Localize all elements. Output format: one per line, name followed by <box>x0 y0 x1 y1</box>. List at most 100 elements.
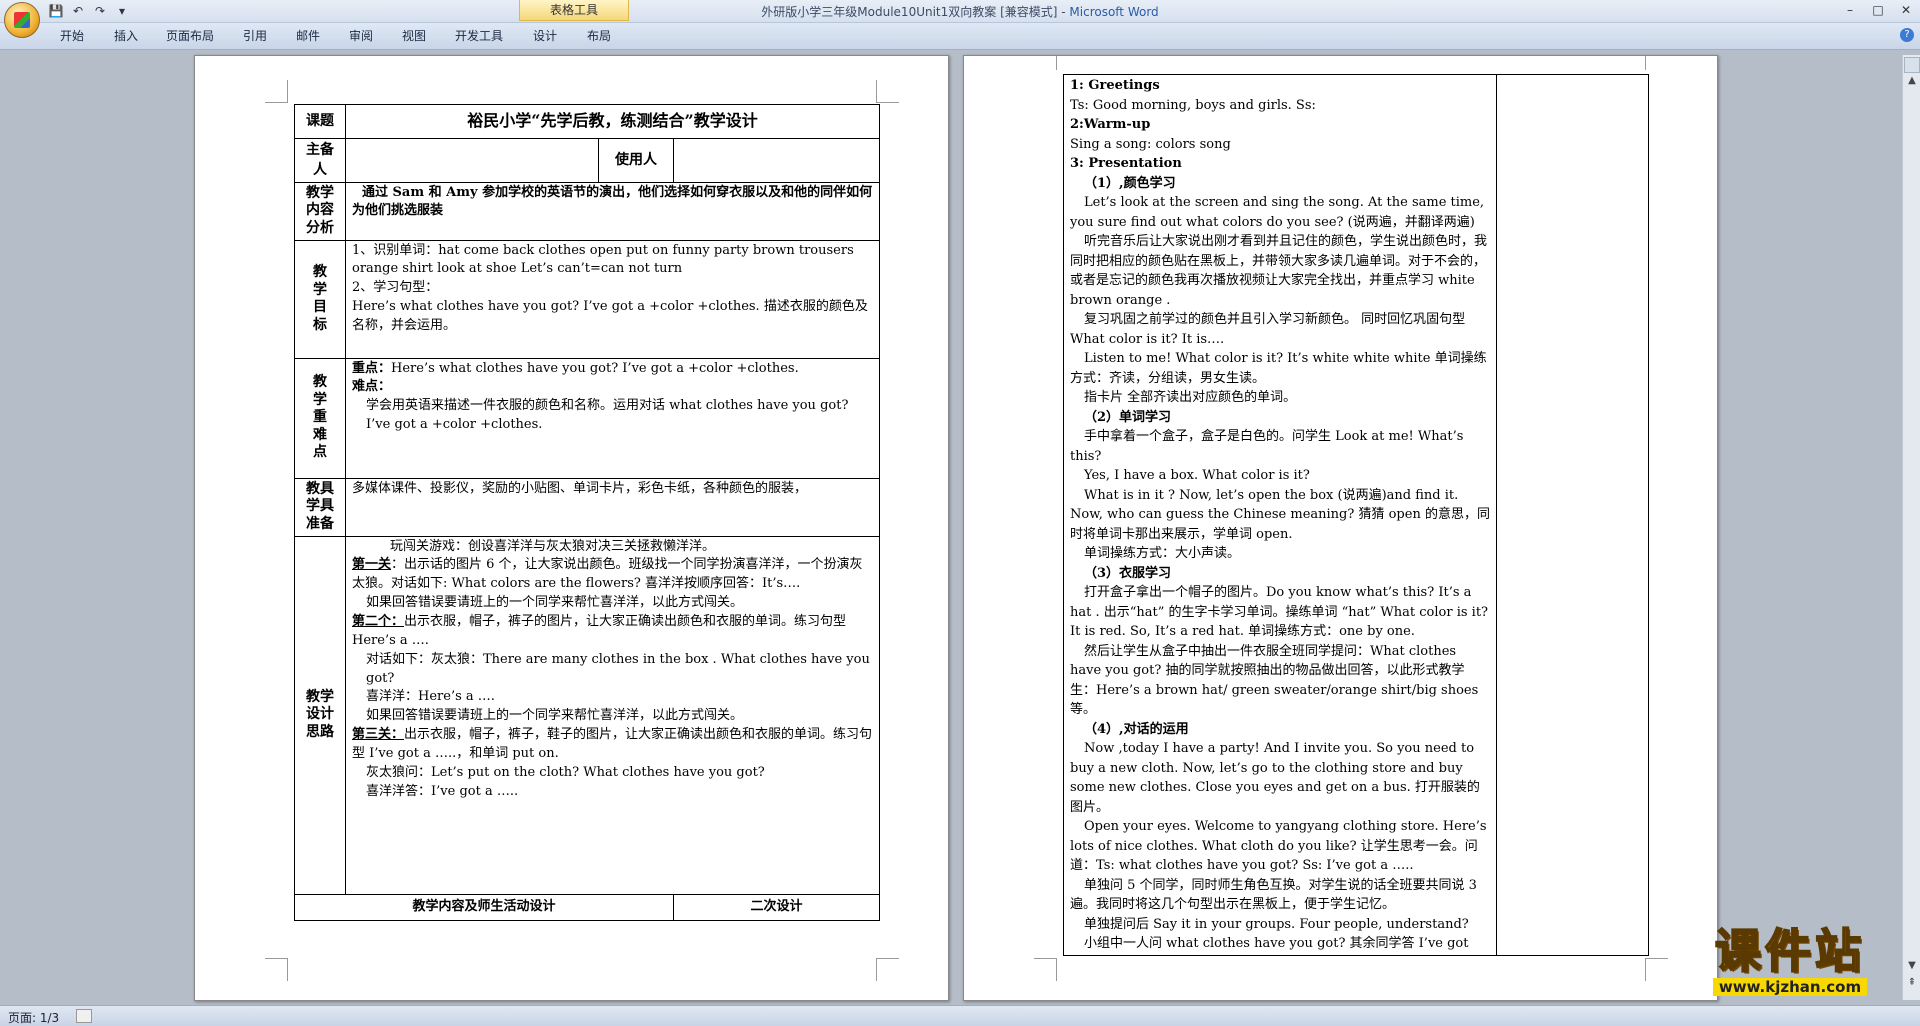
office-logo-icon <box>14 12 30 28</box>
lead-prep-value[interactable] <box>345 138 599 183</box>
label-line: 设计 <box>306 706 334 723</box>
label-line: 思路 <box>306 723 334 740</box>
tab-home[interactable]: 开始 <box>60 27 84 44</box>
label-line: 教学 <box>306 184 334 201</box>
document-page-1[interactable]: 课题 裕民小学“先学后教，练测结合”教学设计 主备人 使用人 教学 内容 分析 … <box>194 55 949 1001</box>
tab-references[interactable]: 引用 <box>243 27 267 44</box>
tab-mailings[interactable]: 邮件 <box>296 27 320 44</box>
save-icon[interactable]: 💾 <box>48 3 64 19</box>
difficult-line: I’ve got a +color +clothes. <box>366 417 543 433</box>
label-line: 难 <box>313 426 327 443</box>
label-line: 学具 <box>306 498 334 515</box>
customize-qat-icon[interactable]: ▾ <box>114 3 130 19</box>
tab-review[interactable]: 审阅 <box>349 27 373 44</box>
activity-line: 1: Greetings <box>1070 78 1160 93</box>
document-title: 外研版小学三年级Module10Unit1双向教案 [兼容模式] - <box>761 5 1070 19</box>
activity-line: （1）,颜色学习 <box>1084 175 1176 191</box>
activity-line: 小组中一人问 what clothes have you got? 其余同学答 … <box>1084 936 1469 951</box>
office-button[interactable] <box>4 2 40 38</box>
goals-line: Here’s what clothes have you got? I’ve g… <box>352 299 868 333</box>
tab-view[interactable]: 视图 <box>402 27 426 44</box>
maximize-button[interactable]: □ <box>1864 0 1892 20</box>
activity-content: 1: Greetings Ts: Good morning, boys and g… <box>1063 74 1497 956</box>
activity-table: 1: Greetings Ts: Good morning, boys and g… <box>1063 74 1649 956</box>
minimize-button[interactable]: – <box>1836 0 1864 20</box>
level2-note: 如果回答错误要请班上的一个同学来帮忙喜洋洋，以此方式闯关。 <box>366 708 744 724</box>
activity-line: （2）单词学习 <box>1084 409 1172 425</box>
second-design-header: 二次设计 <box>673 893 880 921</box>
proofing-icon[interactable] <box>76 1009 92 1023</box>
status-bar: 页面: 1/3 <box>0 1005 1920 1026</box>
label-line: 教学 <box>306 688 334 705</box>
crop-mark <box>1645 958 1668 981</box>
undo-icon[interactable]: ↶ <box>70 3 86 19</box>
crop-mark <box>876 958 899 981</box>
label-line: 标 <box>313 316 327 333</box>
page-indicator[interactable]: 页面: 1/3 <box>8 1009 59 1026</box>
label-line: 重 <box>313 409 327 426</box>
second-design-content[interactable] <box>1496 74 1649 956</box>
level2-text: 出示衣服，帽子，裤子的图片，让大家正确读出颜色和衣服的单词。练习句型 Here’… <box>352 613 847 648</box>
level1-note: 如果回答错误要请班上的一个同学来帮忙喜洋洋，以此方式闯关。 <box>366 595 744 611</box>
level3-text: 出示衣服，帽子，裤子，鞋子的图片，让大家正确读出颜色和衣服的单词。练习句型 I’… <box>352 727 873 761</box>
title-bar: 表格工具 外研版小学三年级Module10Unit1双向教案 [兼容模式] - … <box>0 0 1920 23</box>
label-line: 教 <box>313 374 327 391</box>
redo-icon[interactable]: ↷ <box>92 3 108 19</box>
vertical-scrollbar[interactable]: ▲ ▼ ⇞ <box>1902 55 1920 1000</box>
activity-line: Now ,today I have a party! And I invite … <box>1070 741 1480 815</box>
tab-page-layout[interactable]: 页面布局 <box>166 27 214 44</box>
label-line: 分析 <box>306 219 334 236</box>
doc-title: 裕民小学“先学后教，练测结合”教学设计 <box>345 104 880 139</box>
activity-line: 指卡片 全部齐读出对应颜色的单词。 <box>1084 390 1297 405</box>
activity-line: Listen to me! What color is it? It’s whi… <box>1070 351 1487 386</box>
level3-dialog: 灰太狼问：Let’s put on the cloth? What clothe… <box>366 764 765 780</box>
label-line: 教 <box>313 264 327 281</box>
tab-layout[interactable]: 布局 <box>587 27 611 44</box>
label-line: 目 <box>313 299 327 316</box>
label-line: 学 <box>313 391 327 408</box>
activity-design-header: 教学内容及师生活动设计 <box>294 893 674 921</box>
activity-line: 单独问 5 个同学，同时师生角色互换。对学生说的话全班要共同说 3 遍。我同时将… <box>1070 877 1477 913</box>
close-button[interactable]: ✕ <box>1892 0 1920 20</box>
context-tab-group-label: 表格工具 <box>519 0 629 21</box>
goals-content: 1、识别单词：hat come back clothes open put on… <box>345 239 880 359</box>
key-point-label: 重点： <box>352 360 392 376</box>
app-name: Microsoft Word <box>1069 5 1159 19</box>
label-line: 学 <box>313 281 327 298</box>
level2-label: 第二个： <box>352 613 405 629</box>
label-line: 教具 <box>306 480 334 497</box>
activity-line: 2:Warm-up <box>1070 117 1151 132</box>
crop-mark <box>876 80 899 103</box>
label-line: 内容 <box>306 202 334 219</box>
crop-mark <box>265 958 288 981</box>
tools-label: 教具 学具 准备 <box>294 477 346 537</box>
user-value[interactable] <box>673 138 880 183</box>
view-ruler-button[interactable] <box>1904 57 1920 73</box>
tab-design[interactable]: 设计 <box>533 27 557 44</box>
help-icon[interactable]: ? <box>1900 28 1914 42</box>
activity-line: What is in it ? Now, let’s open the box … <box>1070 487 1490 542</box>
crop-mark <box>1034 56 1057 70</box>
site-watermark: 课件站 www.kjzhan.com <box>1668 924 1912 999</box>
crop-mark <box>1034 958 1057 981</box>
key-points-label: 教 学 重 难 点 <box>294 357 346 479</box>
goals-label: 教 学 目 标 <box>294 239 346 359</box>
tab-insert[interactable]: 插入 <box>114 27 138 44</box>
tools-text: 多媒体课件、投影仪，奖励的小贴图、单词卡片，彩色卡纸，各种颜色的服装， <box>345 477 880 537</box>
level2-dialog: 对话如下：灰太狼：There are many clothes in the b… <box>366 651 870 686</box>
lesson-plan-table: 课题 裕民小学“先学后教，练测结合”教学设计 主备人 使用人 教学 内容 分析 … <box>294 104 880 921</box>
window-title: 外研版小学三年级Module10Unit1双向教案 [兼容模式] - Micro… <box>0 3 1920 20</box>
label-line: 点 <box>313 444 327 461</box>
activity-line: 听完音乐后让大家说出刚才看到并且记住的颜色，学生说出颜色时，我同时把相应的颜色贴… <box>1070 234 1488 308</box>
activity-line: （4）,对话的运用 <box>1084 721 1189 737</box>
document-page-2[interactable]: 1: Greetings Ts: Good morning, boys and g… <box>963 55 1718 1001</box>
tab-developer[interactable]: 开发工具 <box>455 27 503 44</box>
level3-label: 第三关： <box>352 727 405 743</box>
activity-line: （3）衣服学习 <box>1084 565 1172 581</box>
activity-line: 单独提问后 Say it in your groups. Four people… <box>1084 916 1469 932</box>
activity-line: 单词操练方式：大小声读。 <box>1084 546 1241 561</box>
activity-line: Ts: Good morning, boys and girls. Ss: <box>1070 97 1316 113</box>
activity-line: Open your eyes. Welcome to yangyang clot… <box>1070 819 1487 873</box>
activity-line: 打开盒子拿出一个帽子的图片。Do you know what’s this? I… <box>1070 585 1489 639</box>
scroll-up-icon[interactable]: ▲ <box>1906 75 1918 87</box>
